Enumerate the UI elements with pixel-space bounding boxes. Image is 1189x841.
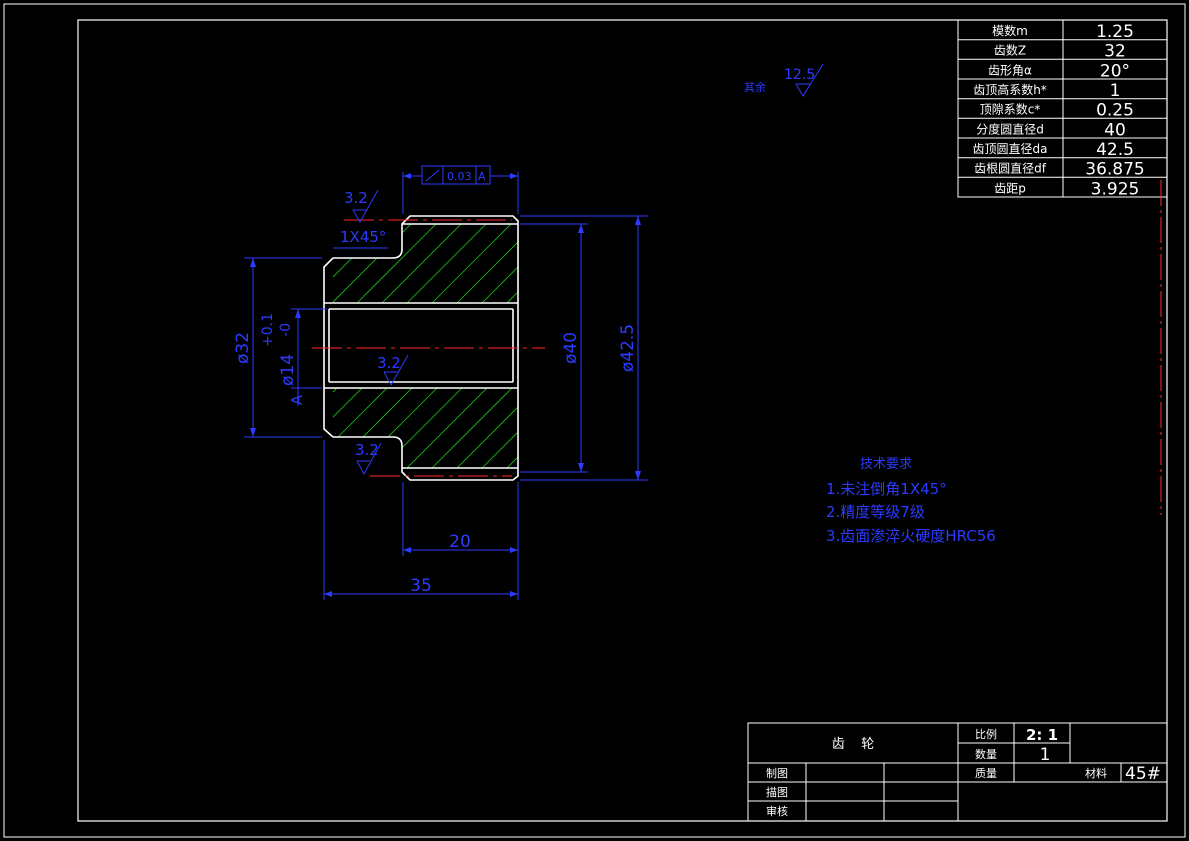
param-label: 顶隙系数c*	[980, 102, 1041, 117]
drawing-canvas: 模数m 齿数Z 齿形角α 齿顶高系数h* 顶隙系数c* 分度圆直径d 齿顶圆直径…	[3, 3, 1186, 838]
scale-value: 2: 1	[1026, 726, 1058, 744]
param-label: 齿顶圆直径da	[973, 142, 1048, 156]
param-value: 1	[1110, 81, 1121, 101]
made-label: 制图	[766, 767, 788, 780]
material-value: 45#	[1125, 764, 1161, 784]
param-value: 36.875	[1085, 160, 1144, 180]
dim-len35: 35	[410, 576, 432, 596]
part-name: 齿 轮	[832, 737, 875, 752]
roughness-top-value: 3.2	[344, 189, 368, 207]
technical-requirements: 技术要求 1.未注倒角1X45° 2.精度等级7级 3.齿面渗淬火硬度HRC56	[826, 457, 996, 545]
param-label: 齿距p	[994, 181, 1026, 195]
tech-item: 3.齿面渗淬火硬度HRC56	[826, 527, 996, 545]
roughness-bottom-value: 3.2	[355, 441, 379, 459]
title-block-texts: 齿 轮 比例 2: 1 数量 1 质量 材料 45# 制图 描图 审核	[766, 726, 1161, 818]
mass-label: 质量	[975, 767, 997, 780]
roughness-bore-value: 3.2	[377, 354, 401, 372]
dim-datum-a: A	[288, 394, 306, 405]
dim-d40: ø40	[561, 332, 581, 364]
roughness-rest-label: 其余	[744, 80, 766, 94]
parameter-labels: 模数m 齿数Z 齿形角α 齿顶高系数h* 顶隙系数c* 分度圆直径d 齿顶圆直径…	[973, 22, 1145, 199]
dim-tol-upper: +0.1	[260, 313, 276, 347]
dimension-texts: 0.03 A 3.2 1X45° 3.2 3.2 ø32 +0.1 -0 ø14…	[233, 170, 638, 596]
inner-frame	[77, 19, 1168, 822]
param-value: 3.925	[1091, 179, 1140, 199]
roughness-rest-value: 12.5	[784, 67, 815, 83]
scale-label: 比例	[975, 727, 997, 741]
param-value: 40	[1104, 120, 1126, 140]
hatching	[333, 224, 518, 468]
tech-item: 2.精度等级7级	[826, 503, 925, 521]
param-label: 齿根圆直径df	[974, 162, 1047, 176]
dim-tol-lower: -0	[278, 323, 294, 337]
param-value: 42.5	[1096, 140, 1134, 160]
qty-value: 1	[1040, 745, 1051, 765]
check-label: 审核	[766, 804, 788, 818]
tolerance-datum: A	[478, 170, 486, 183]
dimension-arrows	[250, 173, 641, 597]
param-label: 模数m	[992, 23, 1028, 38]
param-label: 齿数Z	[994, 43, 1026, 58]
param-value: 0.25	[1096, 101, 1134, 121]
param-value: 32	[1104, 42, 1126, 62]
tech-item: 1.未注倒角1X45°	[826, 480, 947, 498]
dim-len20: 20	[449, 532, 471, 552]
tolerance-value: 0.03	[447, 170, 472, 183]
drawn-label: 描图	[766, 785, 788, 799]
dimension-lines	[244, 165, 648, 600]
dim-d32: ø32	[233, 332, 253, 364]
chamfer-label: 1X45°	[340, 228, 386, 246]
material-label: 材料	[1085, 766, 1107, 780]
dim-d42-5: ø42.5	[618, 324, 638, 372]
surface-roughness-rest: 其余 12.5	[744, 63, 824, 97]
dim-d14: ø14	[278, 354, 298, 386]
param-label: 齿形角α	[988, 63, 1032, 77]
param-value: 20°	[1100, 61, 1130, 81]
param-value: 1.25	[1096, 22, 1134, 42]
tech-title: 技术要求	[860, 457, 912, 472]
param-label: 齿顶高系数h*	[973, 82, 1047, 97]
param-label: 分度圆直径d	[976, 121, 1044, 136]
qty-label: 数量	[975, 748, 997, 761]
